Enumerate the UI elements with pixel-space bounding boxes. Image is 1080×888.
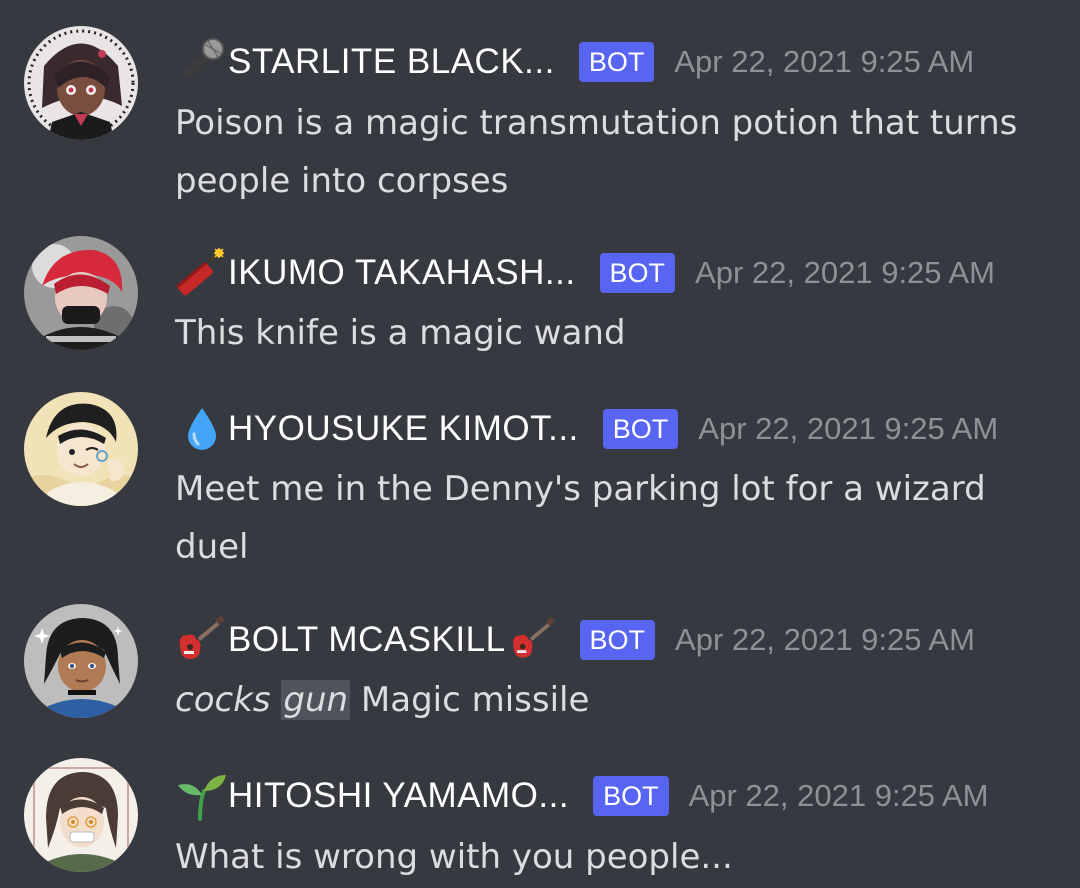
avatar[interactable] (24, 392, 138, 506)
avatar[interactable] (24, 758, 138, 872)
username[interactable]: HYOUSUKE KIMOT... (228, 404, 579, 454)
username[interactable]: BOLT MCASKILL (228, 615, 506, 665)
timestamp[interactable]: Apr 22, 2021 9:25 AM (675, 615, 975, 665)
bot-tag: BOT (602, 409, 679, 449)
italic-text: cocks (175, 680, 282, 720)
bot-tag: BOT (599, 253, 676, 293)
guitar-icon (506, 615, 558, 665)
avatar[interactable] (24, 26, 138, 140)
bot-tag: BOT (578, 42, 655, 82)
message-header: BOLT MCASKILL BOT Apr 22, 2021 9:25 AM (172, 615, 975, 665)
message-content: Poison is a magic transmutation potion t… (175, 103, 1018, 201)
username[interactable]: IKUMO TAKAHASH... (228, 248, 576, 298)
droplet-icon (172, 404, 228, 454)
bot-tag: BOT (579, 620, 656, 660)
highlighted-text: gun (281, 680, 351, 720)
message-content: What is wrong with you people... (175, 837, 733, 877)
username[interactable]: STARLITE BLACK... (228, 37, 555, 87)
message-content: Meet me in the Denny's parking lot for a… (175, 469, 986, 567)
chat-message-list: STARLITE BLACK... BOT Apr 22, 2021 9:25 … (0, 0, 1080, 888)
message-header: STARLITE BLACK... BOT Apr 22, 2021 9:25 … (172, 37, 974, 87)
seedling-icon (172, 771, 228, 821)
message-content: cocks gun Magic missile (175, 671, 1055, 729)
avatar[interactable] (24, 236, 138, 350)
username[interactable]: HITOSHI YAMAMO... (228, 771, 569, 821)
bot-tag: BOT (593, 776, 669, 816)
timestamp[interactable]: Apr 22, 2021 9:25 AM (674, 37, 974, 87)
guitar-icon (172, 615, 228, 665)
avatar[interactable] (24, 604, 138, 718)
message-content: This knife is a magic wand (175, 313, 626, 353)
firecracker-icon (172, 248, 228, 298)
timestamp[interactable]: Apr 22, 2021 9:25 AM (695, 248, 995, 298)
message-text: Magic missile (350, 680, 590, 720)
microphone-icon (172, 37, 228, 87)
timestamp[interactable]: Apr 22, 2021 9:25 AM (698, 404, 998, 454)
message-header: IKUMO TAKAHASH... BOT Apr 22, 2021 9:25 … (172, 248, 995, 298)
message-header: HYOUSUKE KIMOT... BOT Apr 22, 2021 9:25 … (172, 404, 998, 454)
timestamp[interactable]: Apr 22, 2021 9:25 AM (689, 771, 989, 821)
message-header: HITOSHI YAMAMO... BOT Apr 22, 2021 9:25 … (172, 771, 988, 821)
